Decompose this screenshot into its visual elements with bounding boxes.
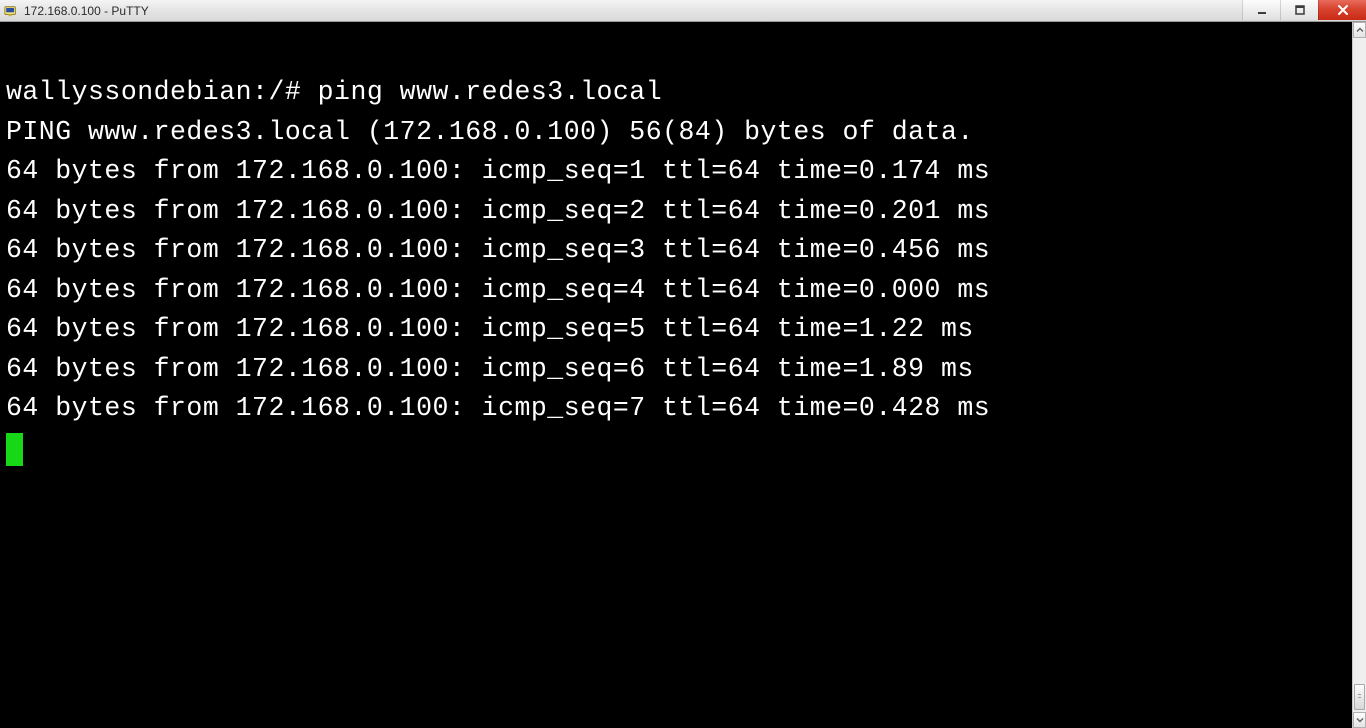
- terminal-viewport[interactable]: wallyssondebian:/# ping www.redes3.local…: [0, 22, 1352, 728]
- ping-header: PING www.redes3.local (172.168.0.100) 56…: [6, 117, 974, 147]
- putty-icon: [4, 4, 18, 18]
- terminal-cursor: [6, 433, 23, 466]
- minimize-icon: [1256, 4, 1268, 16]
- prompt-text: wallyssondebian:/#: [6, 77, 318, 107]
- ping-reply-row: 64 bytes from 172.168.0.100: icmp_seq=2 …: [6, 196, 990, 226]
- command-text: ping www.redes3.local: [318, 77, 662, 107]
- window-titlebar: 172.168.0.100 - PuTTY: [0, 0, 1366, 22]
- ping-reply-row: 64 bytes from 172.168.0.100: icmp_seq=6 …: [6, 354, 974, 384]
- window-title: 172.168.0.100 - PuTTY: [24, 4, 149, 18]
- scroll-track[interactable]: [1353, 38, 1366, 712]
- close-icon: [1336, 4, 1350, 16]
- window-controls: [1242, 0, 1366, 21]
- ping-reply-row: 64 bytes from 172.168.0.100: icmp_seq=7 …: [6, 393, 990, 423]
- ping-reply-row: 64 bytes from 172.168.0.100: icmp_seq=1 …: [6, 156, 990, 186]
- close-button[interactable]: [1318, 0, 1366, 20]
- scroll-up-button[interactable]: [1353, 22, 1366, 38]
- minimize-button[interactable]: [1242, 0, 1280, 20]
- scroll-thumb[interactable]: [1354, 684, 1365, 710]
- prompt-line: wallyssondebian:/# ping www.redes3.local: [6, 77, 662, 107]
- chevron-down-icon: [1356, 716, 1364, 724]
- vertical-scrollbar[interactable]: [1352, 22, 1366, 728]
- maximize-icon: [1294, 4, 1306, 16]
- scroll-down-button[interactable]: [1353, 712, 1366, 728]
- chevron-up-icon: [1356, 26, 1364, 34]
- maximize-button[interactable]: [1280, 0, 1318, 20]
- titlebar-left: 172.168.0.100 - PuTTY: [0, 4, 149, 18]
- ping-reply-row: 64 bytes from 172.168.0.100: icmp_seq=5 …: [6, 314, 974, 344]
- ping-reply-row: 64 bytes from 172.168.0.100: icmp_seq=3 …: [6, 235, 990, 265]
- ping-reply-row: 64 bytes from 172.168.0.100: icmp_seq=4 …: [6, 275, 990, 305]
